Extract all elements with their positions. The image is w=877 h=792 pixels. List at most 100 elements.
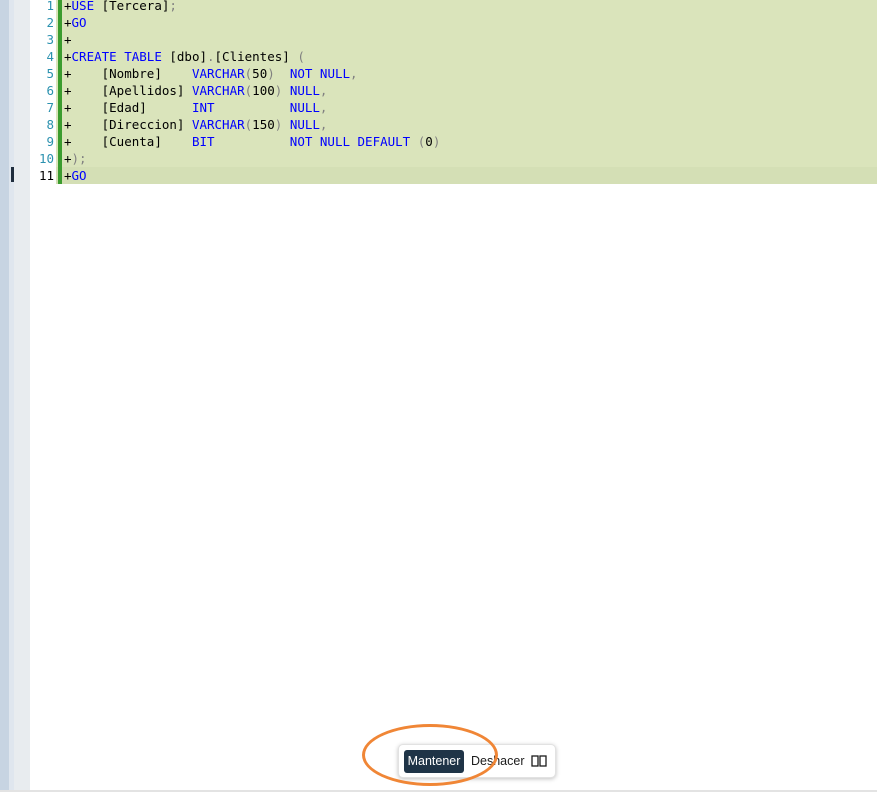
- undo-button[interactable]: Deshacer: [471, 750, 525, 773]
- added-line-bar: [58, 150, 62, 167]
- diff-add-marker: +: [64, 83, 72, 98]
- added-line-bar: [58, 31, 62, 48]
- code-line[interactable]: 5 + [Nombre] VARCHAR(50) NOT NULL,: [0, 65, 877, 82]
- diff-add-marker: +: [64, 151, 72, 166]
- code-text[interactable]: +USE [Tercera];: [64, 0, 177, 14]
- punctuation-token: ,: [350, 66, 358, 81]
- code-line[interactable]: 8 + [Direccion] VARCHAR(150) NULL,: [0, 116, 877, 133]
- text-token: [Apellidos]: [71, 83, 192, 98]
- line-number: 7: [46, 100, 54, 115]
- code-text[interactable]: + [Direccion] VARCHAR(150) NULL,: [64, 116, 327, 133]
- text-token: [Nombre]: [71, 66, 192, 81]
- punctuation-token: ): [267, 66, 275, 81]
- keyword-token: GO: [71, 15, 87, 30]
- code-text[interactable]: +: [64, 31, 72, 48]
- added-line-bar: [58, 133, 62, 150]
- punctuation-token: );: [71, 151, 87, 166]
- added-line-bar: [58, 82, 62, 99]
- code-line[interactable]: 7 + [Edad] INT NULL,: [0, 99, 877, 116]
- diff-add-marker: +: [64, 32, 72, 47]
- keyword-token: BIT: [191, 134, 215, 149]
- code-line[interactable]: 10 +);: [0, 150, 877, 167]
- text-token: [Edad]: [71, 100, 192, 115]
- keyword-token: NOT NULL DEFAULT: [289, 134, 411, 149]
- text-token: 100: [252, 83, 275, 98]
- added-line-bar: [58, 167, 62, 184]
- added-line-highlight: [56, 31, 877, 48]
- line-number: 9: [46, 134, 54, 149]
- line-number: 3: [46, 32, 54, 47]
- code-text[interactable]: + [Edad] INT NULL,: [64, 99, 327, 116]
- line-number: 6: [46, 83, 54, 98]
- punctuation-token: ,: [319, 83, 328, 98]
- keyword-token: VARCHAR: [191, 117, 245, 132]
- code-text[interactable]: + [Cuenta] BIT NOT NULL DEFAULT (0): [64, 133, 440, 150]
- diff-add-marker: +: [64, 66, 72, 81]
- code-line[interactable]: 6 + [Apellidos] VARCHAR(100) NULL,: [0, 82, 877, 99]
- keep-button[interactable]: Mantener: [404, 750, 464, 773]
- keyword-token: NULL: [289, 83, 320, 98]
- code-line[interactable]: 4 +CREATE TABLE [dbo].[Clientes] (: [0, 48, 877, 65]
- line-number: 11: [38, 168, 54, 183]
- diff-add-marker: +: [64, 15, 72, 30]
- punctuation-token: (: [289, 49, 305, 64]
- punctuation-token: ,: [319, 100, 328, 115]
- added-line-bar: [58, 48, 62, 65]
- keyword-token: NULL: [289, 100, 320, 115]
- text-token: [Cuenta]: [71, 134, 192, 149]
- code-text[interactable]: +);: [64, 150, 87, 167]
- text-token: 50: [252, 66, 268, 81]
- keyword-token: VARCHAR: [191, 66, 245, 81]
- code-text[interactable]: +CREATE TABLE [dbo].[Clientes] (: [64, 48, 305, 65]
- text-token: 150: [252, 117, 275, 132]
- code-text[interactable]: +GO: [64, 167, 87, 184]
- punctuation-token: ;: [169, 0, 177, 13]
- diff-add-marker: +: [64, 0, 72, 13]
- code-line[interactable]: 11 +GO: [0, 167, 877, 184]
- line-number: 10: [38, 151, 54, 166]
- keyword-token: VARCHAR: [191, 83, 245, 98]
- line-number: 2: [46, 15, 54, 30]
- code-text[interactable]: + [Nombre] VARCHAR(50) NOT NULL,: [64, 65, 358, 82]
- diff-add-marker: +: [64, 168, 72, 183]
- keyword-token: NULL: [289, 117, 320, 132]
- added-line-highlight: [56, 167, 877, 184]
- added-line-bar: [58, 99, 62, 116]
- diff-add-marker: +: [64, 49, 72, 64]
- added-line-bar: [58, 65, 62, 82]
- text-token: [Tercera]: [94, 0, 170, 13]
- added-line-bar: [58, 0, 62, 14]
- line-number: 8: [46, 117, 54, 132]
- added-line-highlight: [56, 0, 877, 14]
- added-line-highlight: [56, 14, 877, 31]
- code-line[interactable]: 3 +: [0, 31, 877, 48]
- code-line[interactable]: 9 + [Cuenta] BIT NOT NULL DEFAULT (0): [0, 133, 877, 150]
- added-line-bar: [58, 116, 62, 133]
- added-line-highlight: [56, 150, 877, 167]
- keyword-token: INT: [191, 100, 215, 115]
- code-text[interactable]: +GO: [64, 14, 87, 31]
- line-number: 1: [46, 0, 54, 13]
- text-token: [dbo]: [161, 49, 207, 64]
- code-line[interactable]: 2 +GO: [0, 14, 877, 31]
- text-token: [Clientes]: [214, 49, 290, 64]
- added-line-bar: [58, 14, 62, 31]
- text-token: 0: [425, 134, 433, 149]
- code-editor[interactable]: 1 +USE [Tercera]; 2 +GO 3 +4 +CREATE TABLE [db…: [0, 0, 877, 792]
- code-text[interactable]: + [Apellidos] VARCHAR(100) NULL,: [64, 82, 327, 99]
- compare-icon[interactable]: [530, 752, 548, 770]
- text-token: [Direccion]: [71, 117, 192, 132]
- keyword-token: GO: [71, 168, 87, 183]
- code-line[interactable]: 1 +USE [Tercera];: [0, 0, 877, 14]
- diff-add-marker: +: [64, 100, 72, 115]
- punctuation-token: .: [207, 49, 215, 64]
- diff-add-marker: +: [64, 117, 72, 132]
- punctuation-token: ): [432, 134, 441, 149]
- punctuation-token: ,: [319, 117, 328, 132]
